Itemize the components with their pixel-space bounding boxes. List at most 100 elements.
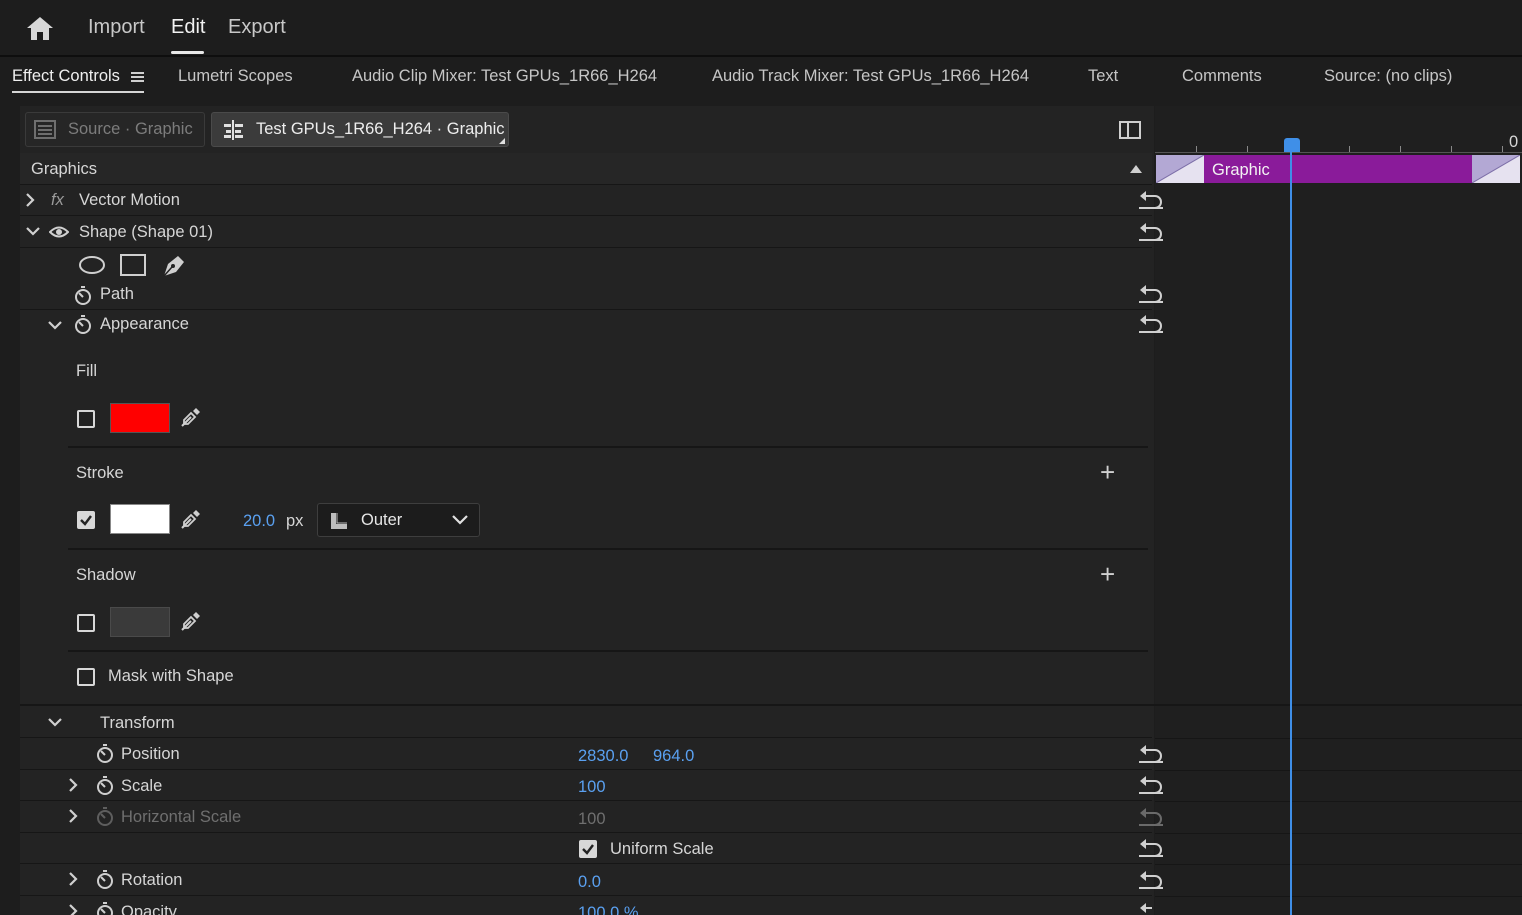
property-label: Horizontal Scale [121, 808, 242, 826]
mask-tools-row [20, 248, 1152, 280]
stopwatch-icon[interactable] [96, 776, 114, 796]
stroke-width-value[interactable]: 20.0 [243, 512, 275, 531]
source-clip-button[interactable]: Source · Graphic [25, 112, 205, 147]
panel-tabs: Effect Controls Lumetri Scopes Audio Cli… [0, 57, 1522, 99]
reset-icon[interactable] [1138, 870, 1164, 890]
property-label: Position [121, 745, 180, 763]
stopwatch-icon[interactable] [96, 902, 114, 915]
stroke-checkbox[interactable] [77, 511, 95, 529]
stopwatch-icon[interactable] [74, 286, 92, 306]
opacity-value[interactable]: 100.0 % [578, 904, 639, 915]
tab-audio-clip-mixer[interactable]: Audio Clip Mixer: Test GPUs_1R66_H264 [352, 67, 657, 86]
playhead-handle[interactable] [1284, 138, 1300, 152]
ruler-time-label: 0 [1509, 133, 1519, 151]
stopwatch-icon[interactable] [96, 744, 114, 764]
ruler-baseline [1155, 152, 1522, 153]
reset-icon[interactable] [1138, 744, 1164, 764]
transition-in[interactable] [1156, 155, 1204, 183]
uniform-scale-checkbox[interactable] [579, 840, 597, 858]
tab-effect-controls[interactable]: Effect Controls [12, 67, 120, 86]
effect-label: Vector Motion [79, 191, 180, 209]
divider [20, 704, 1522, 706]
tab-source[interactable]: Source: (no clips) [1324, 67, 1452, 86]
home-icon[interactable] [26, 15, 54, 41]
reset-icon[interactable] [1138, 775, 1164, 795]
nav-export[interactable]: Export [228, 16, 286, 39]
shadow-color-swatch[interactable] [110, 607, 170, 637]
divider [68, 446, 1148, 448]
toggle-timeline-icon[interactable] [1119, 121, 1141, 139]
property-label: Scale [121, 777, 163, 795]
ruler-tick [1196, 146, 1197, 152]
reset-icon[interactable] [1138, 284, 1164, 304]
tab-text[interactable]: Text [1088, 67, 1118, 86]
tab-audio-track-mixer[interactable]: Audio Track Mixer: Test GPUs_1R66_H264 [712, 67, 1029, 86]
chevron-down-icon[interactable] [48, 320, 62, 330]
property-label: Appearance [100, 315, 189, 333]
clip-icon [34, 119, 58, 141]
group-label: Transform [100, 714, 175, 732]
mini-timeline-panel [1155, 106, 1522, 915]
tab-lumetri-scopes[interactable]: Lumetri Scopes [178, 67, 293, 86]
add-stroke-icon[interactable]: + [1100, 459, 1115, 485]
reset-icon[interactable] [1138, 190, 1164, 210]
chevron-right-icon[interactable] [68, 904, 78, 915]
shadow-checkbox[interactable] [77, 614, 95, 632]
divider [1155, 801, 1522, 802]
nav-import[interactable]: Import [88, 16, 145, 39]
stroke-position-dropdown[interactable]: Outer [317, 503, 480, 537]
chevron-right-icon[interactable] [68, 872, 78, 886]
sequence-clip-button[interactable]: Test GPUs_1R66_H264 · Graphic [211, 112, 509, 147]
section-title: Graphics [31, 160, 98, 178]
rectangle-mask-icon[interactable] [120, 254, 146, 276]
reset-icon[interactable] [1138, 222, 1164, 242]
eye-icon[interactable] [49, 225, 69, 239]
chevron-right-icon[interactable] [25, 193, 35, 207]
fx-icon[interactable]: fx [51, 191, 64, 210]
chevron-right-icon[interactable] [68, 778, 78, 792]
nav-edit[interactable]: Edit [171, 16, 205, 39]
layer-shape-01[interactable]: Shape (Shape 01) [20, 216, 1163, 248]
reset-icon[interactable] [1138, 902, 1152, 915]
chevron-down-icon[interactable] [48, 717, 62, 727]
stroke-label: Stroke [76, 464, 124, 482]
pen-tool-icon[interactable] [160, 252, 186, 278]
stopwatch-icon[interactable] [96, 870, 114, 890]
stopwatch-icon[interactable] [74, 315, 92, 335]
ellipse-mask-icon[interactable] [78, 255, 106, 275]
scroll-up-icon[interactable] [1130, 165, 1142, 173]
scale-value[interactable]: 100 [578, 778, 606, 797]
property-appearance[interactable]: Appearance [20, 310, 1163, 340]
stroke-color-swatch[interactable] [110, 504, 170, 534]
active-nav-indicator [171, 51, 204, 54]
clip-label: Graphic [1212, 161, 1270, 179]
transition-out[interactable] [1472, 155, 1520, 183]
chevron-down-icon[interactable] [26, 226, 40, 236]
stroke-width-unit: px [286, 512, 304, 530]
mask-with-shape-checkbox[interactable] [77, 668, 95, 686]
property-label: Opacity [121, 903, 177, 915]
ruler-tick [1247, 146, 1248, 152]
eyedropper-icon[interactable] [179, 407, 201, 429]
effect-vector-motion[interactable]: fx Vector Motion [20, 185, 1163, 216]
add-shadow-icon[interactable]: + [1100, 561, 1115, 587]
eyedropper-icon[interactable] [179, 611, 201, 633]
property-path: Path [20, 280, 1163, 310]
rotation-value[interactable]: 0.0 [578, 873, 601, 892]
position-x-value[interactable]: 2830.0 [578, 747, 628, 766]
tab-comments[interactable]: Comments [1182, 67, 1262, 86]
mask-with-shape-label: Mask with Shape [108, 667, 234, 685]
panel-menu-icon[interactable] [131, 71, 144, 83]
property-opacity: Opacity 100.0 % [20, 896, 1152, 915]
eyedropper-icon[interactable] [179, 509, 201, 531]
fill-color-swatch[interactable] [110, 403, 170, 433]
reset-icon[interactable] [1138, 838, 1164, 858]
sequence-icon [222, 119, 246, 141]
group-transform[interactable]: Transform [20, 707, 1152, 738]
reset-icon [1138, 807, 1164, 827]
fill-checkbox[interactable] [77, 410, 95, 428]
divider [68, 548, 1148, 550]
position-y-value[interactable]: 964.0 [653, 747, 694, 766]
chevron-right-icon[interactable] [68, 809, 78, 823]
reset-icon[interactable] [1138, 314, 1164, 334]
